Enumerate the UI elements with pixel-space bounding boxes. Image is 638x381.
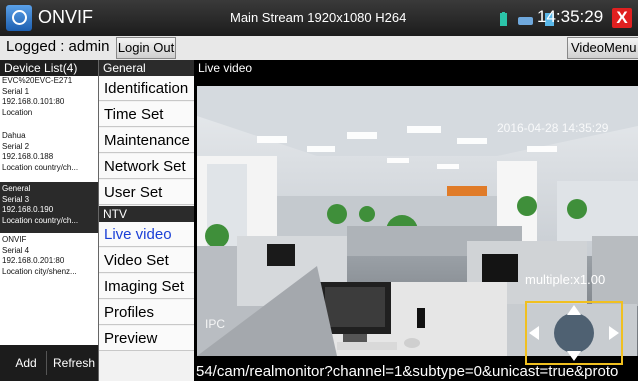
login-out-button[interactable]: Login Out <box>116 37 176 59</box>
battery-icon <box>500 12 508 31</box>
device-list: Device List(4) EVC%20EVC-E271 Serial 1 1… <box>0 60 98 381</box>
menu-item-time-set[interactable]: Time Set <box>99 102 195 127</box>
logged-in-label: Logged : admin <box>6 38 110 55</box>
menu-item-user-set[interactable]: User Set <box>99 180 195 205</box>
rtsp-url: 54/cam/realmonitor?channel=1&subtype=0&u… <box>196 363 619 380</box>
clock: 14:35:29 <box>537 7 604 26</box>
app-title: ONVIF <box>38 7 94 27</box>
device-name: Dahua <box>2 131 26 140</box>
device-item-4[interactable]: ONVIF Serial 4 192.168.0.201:80 Location… <box>0 235 98 281</box>
menu-item-maintenance[interactable]: Maintenance <box>99 128 195 153</box>
device-item-2[interactable]: Dahua Serial 2 192.168.0.188 Location co… <box>0 131 98 177</box>
video-osd-timestamp: 2016-04-28 14:35:29 <box>497 121 609 135</box>
menu-header-ntv: NTV <box>99 206 195 222</box>
add-device-button[interactable]: Add <box>6 351 47 375</box>
device-ip: 192.168.0.101:80 <box>2 97 65 107</box>
menu-item-preview[interactable]: Preview <box>99 326 195 351</box>
refresh-button[interactable]: Refresh <box>52 351 96 375</box>
device-name: General <box>2 184 31 193</box>
device-serial: Serial 1 <box>2 86 30 96</box>
device-location: Location country/ch... <box>2 215 79 225</box>
network-icon <box>518 13 534 31</box>
device-ip: 192.168.0.190 <box>2 205 54 215</box>
menu-item-network-set[interactable]: Network Set <box>99 154 195 179</box>
menu-item-identification[interactable]: Identification <box>99 76 195 101</box>
device-name: EVC%20EVC-E271 <box>2 76 73 85</box>
device-serial: Serial 4 <box>2 245 30 255</box>
device-location: Location city/shenz... <box>2 266 77 276</box>
device-item-1[interactable]: EVC%20EVC-E271 Serial 1 192.168.0.101:80… <box>0 76 98 122</box>
video-osd-camera-name: IPC <box>205 317 225 331</box>
ptz-arrows-icon <box>529 305 619 361</box>
device-list-header: Device List(4) <box>0 60 98 76</box>
device-serial: Serial 2 <box>2 141 30 151</box>
video-menu-button[interactable]: VideoMenu <box>567 37 638 59</box>
device-location: Location country/ch... <box>2 162 79 172</box>
device-ip: 192.168.0.188 <box>2 152 54 162</box>
onvif-app-icon <box>6 5 32 31</box>
title-bar: ONVIF Main Stream 1920x1080 H264 14:35:2… <box>0 0 638 36</box>
menu-item-imaging-set[interactable]: Imaging Set <box>99 274 195 299</box>
device-list-footer: Add Refresh <box>0 345 98 381</box>
menu-item-profiles[interactable]: Profiles <box>99 300 195 325</box>
stream-info: Main Stream 1920x1080 H264 <box>230 10 407 25</box>
device-ip: 192.168.0.201:80 <box>2 256 65 266</box>
close-button[interactable]: X <box>612 8 632 28</box>
live-video-panel: Live video 2016-04-28 14:35:29 IPC multi… <box>194 60 638 381</box>
device-location: Location <box>2 107 33 117</box>
menu-header-general: General <box>99 60 195 76</box>
device-name: ONVIF <box>2 235 27 244</box>
device-serial: Serial 3 <box>2 194 30 204</box>
live-video-label: Live video <box>198 61 253 75</box>
zoom-multiplier: multiple:x1.00 <box>525 272 606 287</box>
menu-item-live-video[interactable]: Live video <box>99 222 195 247</box>
settings-menu: General Identification Time Set Maintena… <box>98 60 195 381</box>
login-bar: Logged : admin Login Out VideoMenu <box>0 36 638 60</box>
ptz-control[interactable] <box>525 301 623 365</box>
menu-item-video-set[interactable]: Video Set <box>99 248 195 273</box>
device-item-3[interactable]: General Serial 3 192.168.0.190 Location … <box>0 182 98 233</box>
